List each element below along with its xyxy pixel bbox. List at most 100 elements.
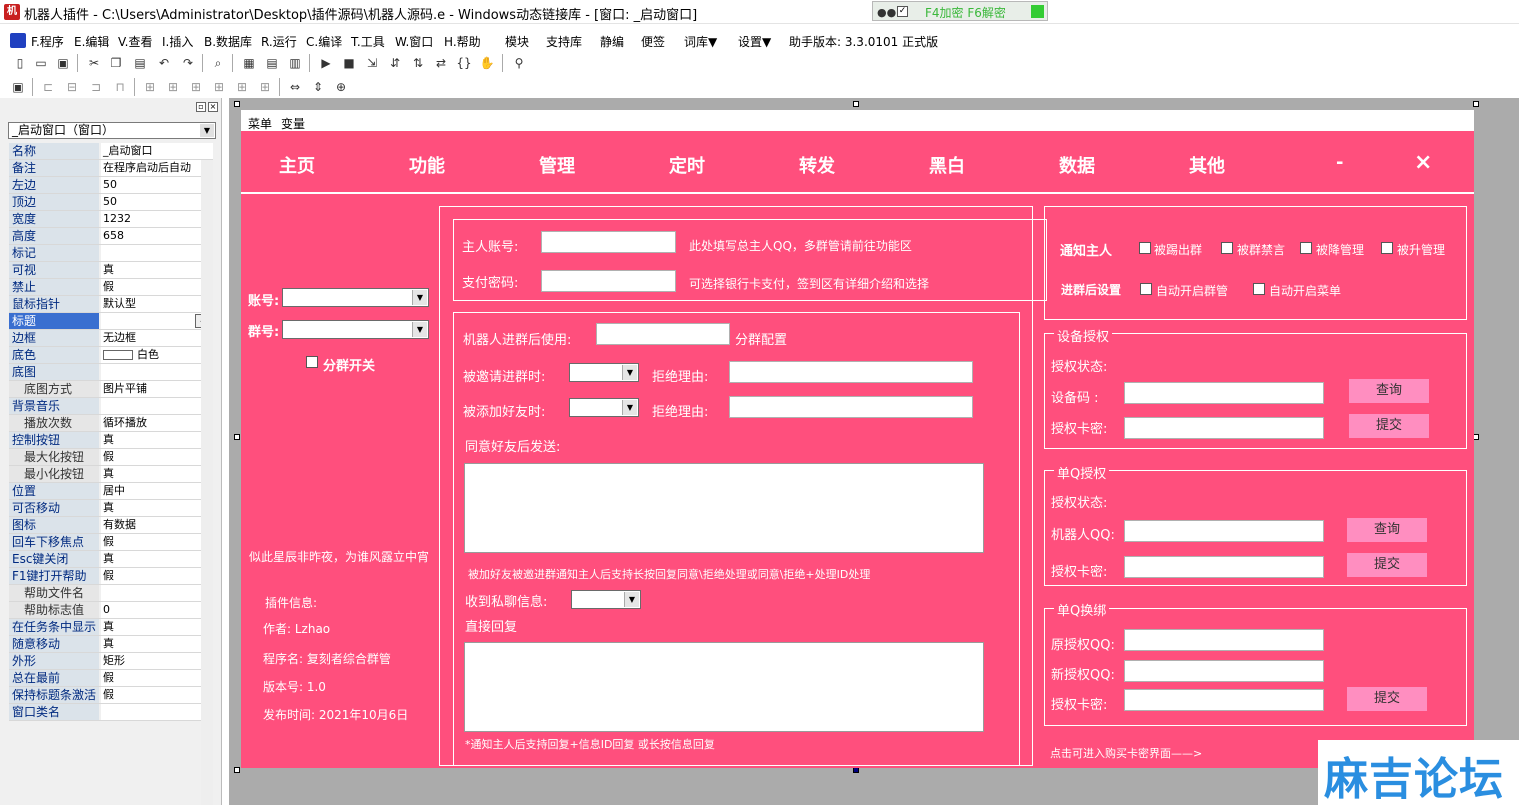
property-value[interactable]: 图片平铺 xyxy=(101,381,213,397)
save-icon[interactable]: ▣ xyxy=(55,55,71,71)
menu-view[interactable]: V.查看 xyxy=(118,33,152,50)
nav-home[interactable]: 主页 xyxy=(279,152,315,178)
buy-key-link[interactable]: 点击可进入购买卡密界面——> xyxy=(1050,745,1202,761)
same-size-icon[interactable]: ⊞ xyxy=(188,79,204,95)
space-eq-icon[interactable]: ⊞ xyxy=(257,79,273,95)
align-top-icon[interactable]: ⊓ xyxy=(112,79,128,95)
property-row[interactable]: 底图 xyxy=(9,364,213,381)
property-row[interactable]: 边框 无边框 xyxy=(9,330,213,347)
property-value[interactable]: 在程序启动后自动 xyxy=(101,160,213,176)
property-value[interactable] xyxy=(101,245,213,261)
layout3-icon[interactable]: ▥ xyxy=(287,55,303,71)
device-query-button[interactable]: 查询 xyxy=(1349,379,1429,403)
menu-program[interactable]: F.程序 xyxy=(31,33,64,50)
property-row[interactable]: Esc键关闭真 xyxy=(9,551,213,568)
close-icon[interactable]: × xyxy=(208,102,218,112)
chevron-down-icon[interactable]: ▼ xyxy=(624,592,639,607)
chevron-down-icon[interactable]: ▼ xyxy=(412,322,427,337)
property-value[interactable]: 0 xyxy=(101,602,213,618)
encrypt-toggle-panel[interactable]: ●● ✓ F4加密 F6解密 xyxy=(872,1,1048,21)
property-value[interactable]: 假 xyxy=(101,670,213,686)
menu-notes[interactable]: 便签 xyxy=(641,33,665,50)
find-icon[interactable]: ⌕ xyxy=(210,55,226,71)
property-row[interactable]: 宽度 1232 xyxy=(9,211,213,228)
direct-reply-textarea[interactable] xyxy=(464,642,984,732)
property-row[interactable]: 可视真 xyxy=(9,262,213,279)
property-value[interactable]: 真 xyxy=(101,432,213,448)
same-height-icon[interactable]: ⊞ xyxy=(165,79,181,95)
resize-handle[interactable] xyxy=(234,767,240,773)
property-row[interactable]: 窗口类名 xyxy=(9,704,213,721)
added-friend-combo[interactable]: ▼ xyxy=(569,398,639,417)
copy-icon[interactable]: ❐ xyxy=(108,55,124,71)
step5-icon[interactable]: {} xyxy=(456,55,472,71)
pay-password-input[interactable] xyxy=(541,270,676,292)
resize-handle[interactable] xyxy=(1473,101,1479,107)
property-row[interactable]: 外形 矩形 xyxy=(9,653,213,670)
step1-icon[interactable]: ⇲ xyxy=(364,55,380,71)
step3-icon[interactable]: ⇅ xyxy=(410,55,426,71)
space-v-icon[interactable]: ⊞ xyxy=(234,79,250,95)
property-value[interactable]: 假 xyxy=(101,568,213,584)
nav-other[interactable]: 其他 xyxy=(1189,152,1225,178)
single-key-input[interactable] xyxy=(1124,556,1324,578)
property-value[interactable] xyxy=(101,364,213,380)
property-value[interactable]: 真 xyxy=(101,500,213,516)
chevron-down-icon[interactable]: ▼ xyxy=(412,290,427,305)
property-value[interactable]: 白色 xyxy=(101,347,213,363)
menu-settings[interactable]: 设置▼ xyxy=(738,33,771,50)
private-msg-combo[interactable]: ▼ xyxy=(571,590,641,609)
property-value[interactable]: 假 xyxy=(101,687,213,703)
auto-menu-checkbox[interactable] xyxy=(1253,283,1265,295)
redo-icon[interactable]: ↷ xyxy=(180,55,196,71)
property-value[interactable]: _启动窗口 xyxy=(101,143,213,159)
robot-qq-input[interactable] xyxy=(1124,520,1324,542)
layout1-icon[interactable]: ▦ xyxy=(241,55,257,71)
resize-handle[interactable] xyxy=(234,434,240,440)
muted-checkbox[interactable] xyxy=(1221,242,1233,254)
nav-timer[interactable]: 定时 xyxy=(669,152,705,178)
property-row[interactable]: 标题... xyxy=(9,313,213,330)
property-value[interactable]: 真 xyxy=(101,551,213,567)
close-button[interactable]: × xyxy=(1414,150,1432,175)
menu-run[interactable]: R.运行 xyxy=(261,33,297,50)
property-value[interactable]: 50 xyxy=(101,177,213,193)
property-row[interactable]: 标记 xyxy=(9,245,213,262)
object-selector[interactable]: _启动窗口（窗口） ▼ xyxy=(8,122,216,139)
agree-send-textarea[interactable] xyxy=(464,463,984,553)
property-row[interactable]: 底色 白色 xyxy=(9,347,213,364)
reject-reason-input-2[interactable] xyxy=(729,396,973,418)
property-row[interactable]: 帮助文件名 xyxy=(9,585,213,602)
open-folder-icon[interactable]: ▭ xyxy=(33,55,49,71)
property-row[interactable]: 底图方式 图片平铺 xyxy=(9,381,213,398)
property-row[interactable]: 可否移动真 xyxy=(9,500,213,517)
property-row[interactable]: 图标 有数据 xyxy=(9,517,213,534)
group-combo[interactable]: ▼ xyxy=(282,320,429,339)
property-row[interactable]: 备注 在程序启动后自动 xyxy=(9,160,213,177)
property-row[interactable]: 最大化按钮假 xyxy=(9,449,213,466)
property-row[interactable]: 控制按钮真 xyxy=(9,432,213,449)
nav-forward[interactable]: 转发 xyxy=(799,152,835,178)
device-code-input[interactable] xyxy=(1124,382,1324,404)
split-switch-checkbox[interactable] xyxy=(306,356,318,368)
property-row[interactable]: 高度 658 xyxy=(9,228,213,245)
menu-insert[interactable]: I.插入 xyxy=(162,33,193,50)
auto-admin-checkbox[interactable] xyxy=(1140,283,1152,295)
property-row[interactable]: 背景音乐 xyxy=(9,398,213,415)
align-right-icon[interactable]: ⊐ xyxy=(88,79,104,95)
align-center-icon[interactable]: ⊟ xyxy=(64,79,80,95)
property-value[interactable]: 有数据 xyxy=(101,517,213,533)
property-row[interactable]: 禁止假 xyxy=(9,279,213,296)
property-row[interactable]: 回车下移焦点假 xyxy=(9,534,213,551)
minimize-button[interactable]: - xyxy=(1336,152,1343,173)
chevron-down-icon[interactable]: ▼ xyxy=(200,124,214,137)
menu-help[interactable]: H.帮助 xyxy=(444,33,481,50)
menu-database[interactable]: B.数据库 xyxy=(204,33,252,50)
paste-icon[interactable]: ▤ xyxy=(132,55,148,71)
device-key-input[interactable] xyxy=(1124,417,1324,439)
form-menu-menu[interactable]: 菜单 xyxy=(248,115,272,132)
property-value[interactable]: 假 xyxy=(101,279,213,295)
nav-data[interactable]: 数据 xyxy=(1059,152,1095,178)
property-value[interactable]: 真 xyxy=(101,619,213,635)
property-value[interactable] xyxy=(101,585,213,601)
